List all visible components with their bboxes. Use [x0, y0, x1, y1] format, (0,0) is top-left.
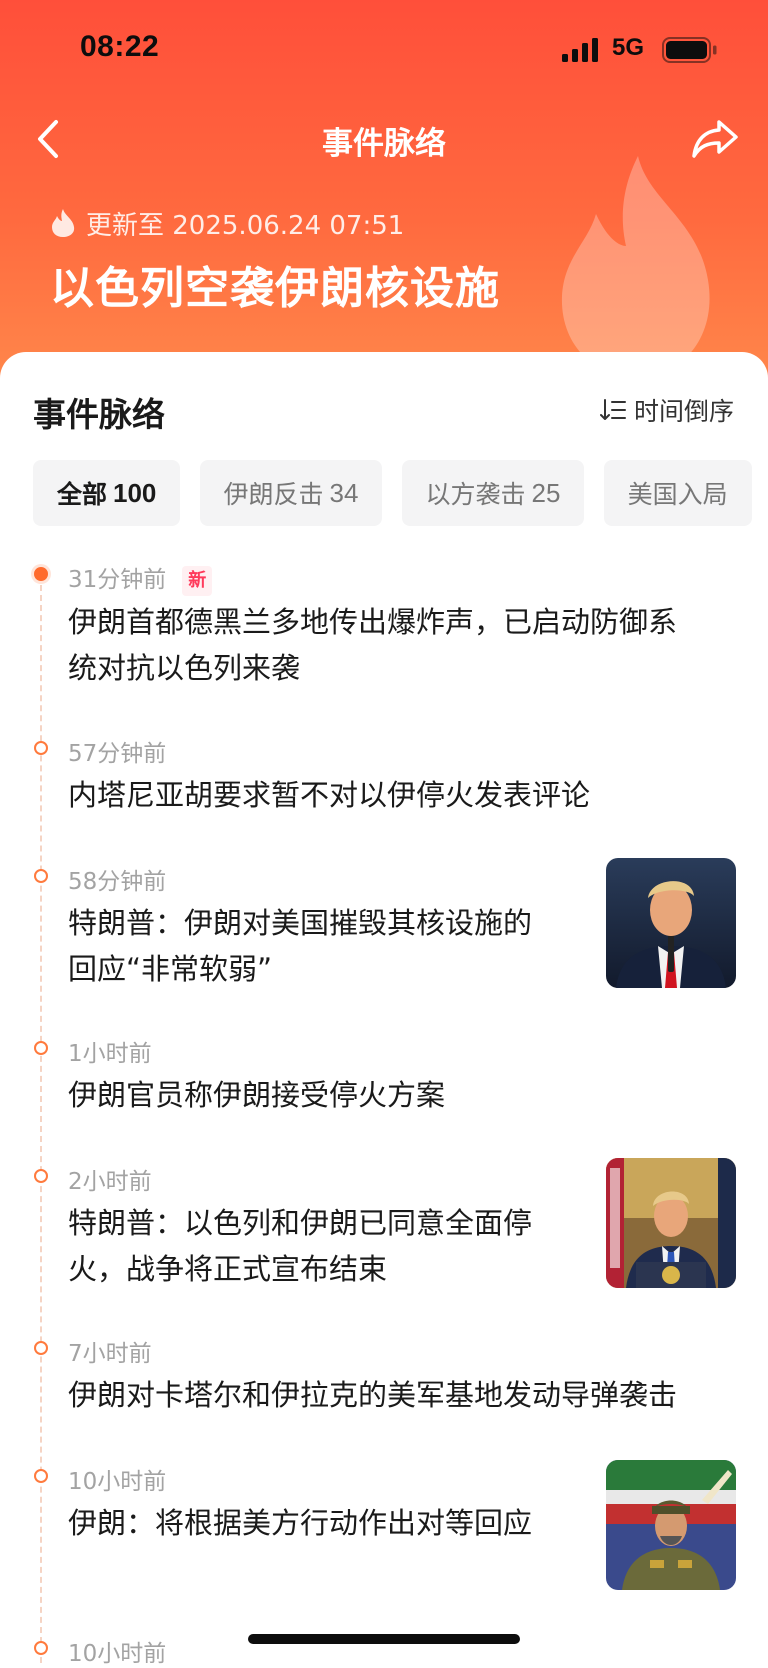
timeline-time: 7小时前: [68, 1341, 152, 1367]
headline-line: 火，战争将正式宣布结束: [68, 1252, 388, 1286]
event-title: 以色列空袭伊朗核设施: [50, 263, 500, 314]
tab-label: 以方袭击: [425, 480, 526, 509]
back-button[interactable]: [30, 114, 70, 164]
section-title: 事件脉络: [33, 395, 165, 434]
tab-all[interactable]: 全部 100: [33, 460, 181, 526]
timeline-headline[interactable]: 伊朗对卡塔尔和伊拉克的美军基地发动导弹袭击: [68, 1372, 748, 1418]
flame-watermark-icon: [561, 156, 710, 378]
tab-count: 25: [531, 477, 561, 508]
timeline-headline[interactable]: 特朗普：以色列和伊朗已同意全面停 火，战争将正式宣布结束: [68, 1200, 588, 1292]
podium-photo-icon: [606, 1158, 736, 1288]
headline-line: 伊朗对卡塔尔和伊拉克的美军基地发动导弹袭击: [68, 1378, 678, 1412]
network-type: 5G: [612, 34, 645, 61]
update-info: 更新至 2025.06.24 07:51: [50, 206, 405, 241]
headline-line: 内塔尼亚胡要求暂不对以伊停火发表评论: [68, 778, 591, 812]
timeline-time: 10小时前: [68, 1469, 167, 1495]
cellular-signal-icon: [562, 38, 598, 62]
headline-line: 统对抗以色列来袭: [68, 651, 301, 685]
flame-icon: [52, 209, 75, 237]
battery-icon: [662, 37, 717, 63]
timeline-time: 31分钟前: [68, 567, 167, 593]
sort-descending-icon: [599, 399, 626, 420]
share-arrow-icon: [692, 120, 738, 158]
timeline-headline[interactable]: 伊朗官员称伊朗接受停火方案: [68, 1072, 728, 1118]
headline-line: 回应“非常软弱”: [68, 952, 273, 986]
chevron-left-icon: [38, 120, 58, 158]
timeline-headline[interactable]: 特朗普：伊朗对美国摧毁其核设施的 回应“非常软弱”: [68, 900, 588, 992]
status-time: 08:22: [80, 30, 160, 63]
new-badge: 新: [182, 565, 213, 596]
status-bar: 08:22 5G: [0, 0, 768, 100]
timeline-dot: [34, 1641, 48, 1655]
military-officer-photo-icon: [606, 1460, 736, 1590]
timeline-dot: [34, 741, 48, 755]
news-thumbnail[interactable]: [606, 858, 736, 988]
tab-israel-strikes[interactable]: 以方袭击 25: [401, 460, 585, 526]
timeline-headline[interactable]: 伊朗：将根据美方行动作出对等回应: [68, 1500, 588, 1546]
timeline-dot: [34, 869, 48, 883]
timeline-dot: [34, 1341, 48, 1355]
tab-iran-counterattack[interactable]: 伊朗反击 34: [199, 460, 383, 526]
timeline-dot: [34, 1469, 48, 1483]
portrait-photo-icon: [606, 858, 736, 988]
tab-label: 美国入局: [627, 480, 728, 509]
timeline-dot: [34, 1169, 48, 1183]
tab-count: 100: [113, 477, 157, 508]
share-button[interactable]: [690, 116, 740, 162]
sort-order-button[interactable]: 时间倒序: [599, 392, 734, 428]
headline-line: 伊朗官员称伊朗接受停火方案: [68, 1078, 446, 1112]
timeline-dot-current: [34, 567, 48, 581]
headline-line: 特朗普：伊朗对美国摧毁其核设施的: [68, 906, 533, 940]
event-header: 08:22 5G 事件脉络 更新至 2025.06.24 07:51 以色列空袭…: [0, 0, 768, 400]
timeline-time: 58分钟前: [68, 869, 167, 895]
tab-count: 34: [329, 477, 359, 508]
home-indicator: [248, 1634, 520, 1644]
filter-tabs: 全部 100 伊朗反击 34 以方袭击 25 美国入局: [33, 460, 768, 526]
timeline-line: [40, 575, 42, 1663]
headline-line: 伊朗：将根据美方行动作出对等回应: [68, 1506, 533, 1540]
update-time-text: 更新至 2025.06.24 07:51: [86, 210, 405, 241]
sort-order-label: 时间倒序: [633, 397, 734, 426]
timeline-headline[interactable]: 伊朗首都德黑兰多地传出爆炸声，已启动防御系 统对抗以色列来袭: [68, 599, 728, 691]
tab-label: 全部: [57, 480, 108, 509]
timeline-time: 1小时前: [68, 1041, 152, 1067]
timeline-time: 57分钟前: [68, 741, 167, 767]
tab-label: 伊朗反击: [223, 480, 324, 509]
news-thumbnail[interactable]: [606, 1460, 736, 1590]
headline-line: 伊朗首都德黑兰多地传出爆炸声，已启动防御系: [68, 605, 678, 639]
timeline-headline[interactable]: 内塔尼亚胡要求暂不对以伊停火发表评论: [68, 772, 728, 818]
news-thumbnail[interactable]: [606, 1158, 736, 1288]
timeline-time-row: 31分钟前新: [68, 560, 213, 596]
tab-us-involvement[interactable]: 美国入局: [603, 460, 752, 526]
timeline-time: 2小时前: [68, 1169, 152, 1195]
timeline-dot: [34, 1041, 48, 1055]
headline-line: 特朗普：以色列和伊朗已同意全面停: [68, 1206, 533, 1240]
